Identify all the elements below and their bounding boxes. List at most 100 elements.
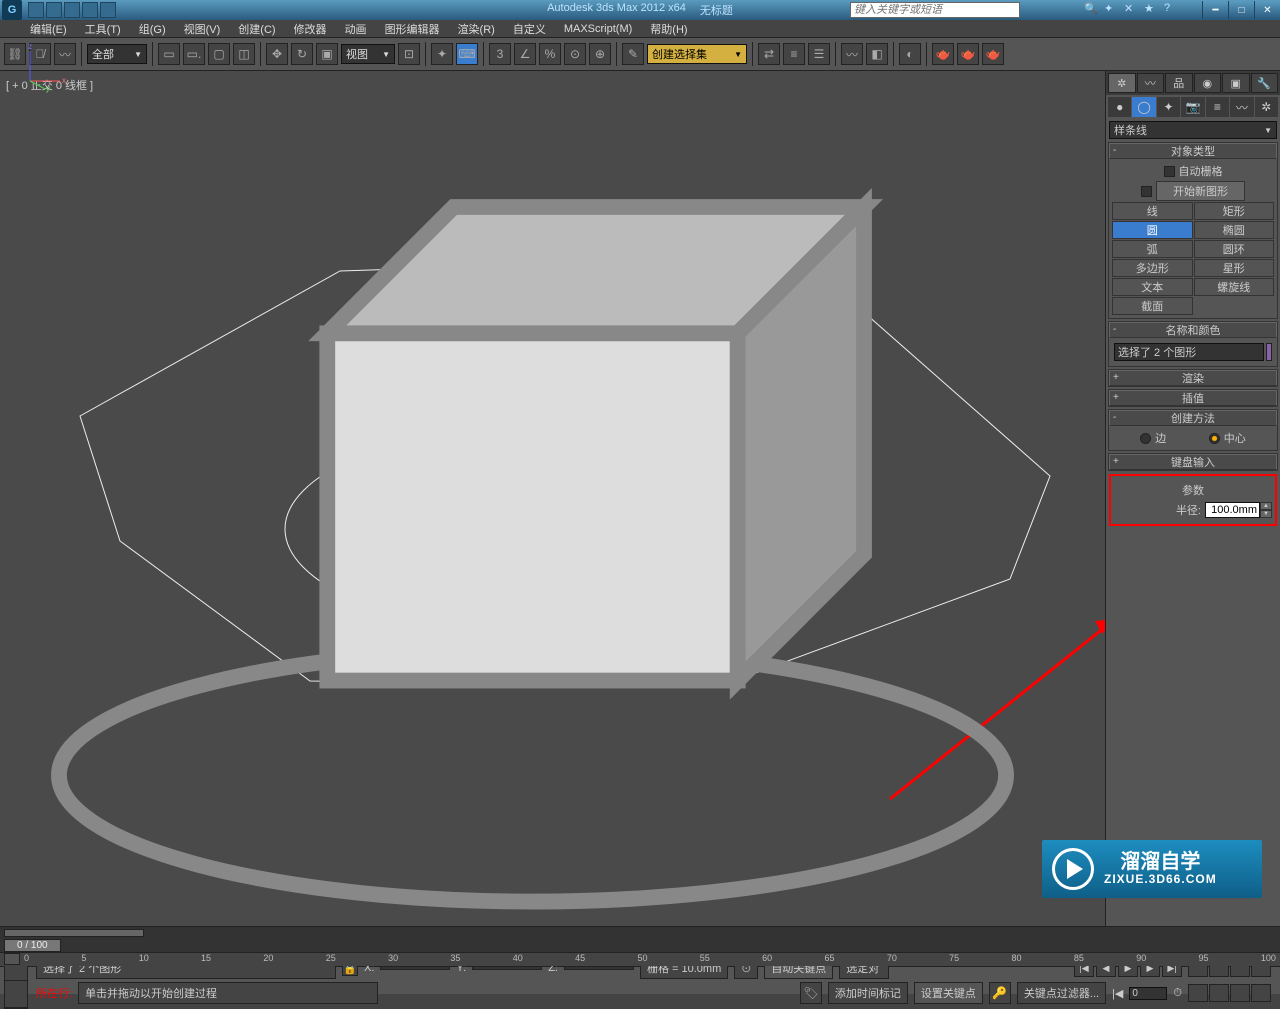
app-logo: G <box>2 0 22 20</box>
subscribe-icon[interactable]: ✦ <box>1104 2 1120 18</box>
menu-bar: 编辑(E) 工具(T) 组(G) 视图(V) 创建(C) 修改器 动画 图形编辑… <box>0 20 1280 38</box>
command-panel: ✲ 〰 品 ◉ ▣ 🔧 ● ◯ ✦ 📷 ≡ 〰 ✲ 样条线▼ -对象类型 自动栅… <box>1105 71 1280 926</box>
time-config-icon[interactable]: ⏱ <box>1173 987 1182 1000</box>
btn-helix[interactable]: 螺旋线 <box>1194 278 1275 296</box>
menu-views[interactable]: 视图(V) <box>184 21 221 37</box>
btn-donut[interactable]: 圆环 <box>1194 240 1275 258</box>
menu-grapheditors[interactable]: 图形编辑器 <box>385 21 440 37</box>
current-frame-spinner[interactable] <box>1129 987 1167 1000</box>
coord-y[interactable] <box>472 966 542 970</box>
svg-text:x: x <box>62 76 66 85</box>
btn-ellipse[interactable]: 椭圆 <box>1194 221 1275 239</box>
doc-title: 无标题 <box>700 2 733 18</box>
exchange-icon[interactable]: ✕ <box>1124 2 1140 18</box>
menu-modifiers[interactable]: 修改器 <box>294 21 327 37</box>
rollout-rendering: +渲染 <box>1108 369 1278 387</box>
color-swatch[interactable] <box>1266 343 1272 361</box>
search-icon[interactable]: 🔍 <box>1084 2 1100 18</box>
cat-systems-icon[interactable]: ✲ <box>1255 97 1278 117</box>
menu-edit[interactable]: 编辑(E) <box>30 21 67 37</box>
where-label: 所在行: <box>36 985 72 1001</box>
pan-icon[interactable] <box>1209 984 1229 1002</box>
qat-redo-icon[interactable] <box>100 2 116 18</box>
watermark: 溜溜自学 ZIXUE.3D66.COM <box>1042 840 1262 898</box>
close-button[interactable]: ✕ <box>1254 1 1280 19</box>
help-search-input[interactable] <box>850 2 1020 18</box>
viewport-nav-icons-2 <box>1188 984 1276 1002</box>
rollout-creation-method: -创建方法 边 中心 <box>1108 409 1278 451</box>
radius-spin-down[interactable]: ▼ <box>1260 510 1272 518</box>
status-bar: 选择了 2 个图形 🔒 X: Y: Z: 栅格 = 10.0mm ⊙ 自动关键点… <box>0 966 1280 994</box>
qat-new-icon[interactable] <box>28 2 44 18</box>
app-title: Autodesk 3ds Max 2012 x64 <box>547 2 686 18</box>
help-search[interactable] <box>850 2 1020 18</box>
radio-edge[interactable] <box>1140 433 1151 444</box>
title-bar: G Autodesk 3ds Max 2012 x64 无标题 🔍 ✦ ✕ ★ … <box>0 0 1280 20</box>
panel-tabs: ✲ 〰 品 ◉ ▣ 🔧 <box>1106 71 1280 95</box>
start-new-shape-checkbox[interactable] <box>1141 186 1152 197</box>
watermark-play-icon <box>1052 848 1094 890</box>
maximize-button[interactable]: □ <box>1228 1 1254 19</box>
add-time-tag[interactable]: 添加时间标记 <box>828 982 908 1004</box>
maxtoggle-icon[interactable] <box>1251 984 1271 1002</box>
autogrid-checkbox[interactable] <box>1164 166 1175 177</box>
qat-icons <box>28 2 116 18</box>
menu-maxscript[interactable]: MAXScript(M) <box>564 23 632 35</box>
create-categories: ● ◯ ✦ 📷 ≡ 〰 ✲ <box>1106 95 1280 119</box>
highlighted-params: 参数 半径: ▲▼ <box>1109 474 1277 526</box>
cat-lights-icon[interactable]: ✦ <box>1157 97 1180 117</box>
radio-center[interactable] <box>1209 433 1220 444</box>
menu-tools[interactable]: 工具(T) <box>85 21 121 37</box>
shape-category-dropdown[interactable]: 样条线▼ <box>1109 121 1277 139</box>
coord-x[interactable] <box>380 966 450 970</box>
keymode-icon[interactable]: |◀ <box>1112 987 1123 1000</box>
rollout-name-color: -名称和颜色 <box>1108 321 1278 367</box>
btn-rectangle[interactable]: 矩形 <box>1194 202 1275 220</box>
tab-utilities-icon[interactable]: 🔧 <box>1251 73 1279 93</box>
cat-spacewarps-icon[interactable]: 〰 <box>1230 97 1253 117</box>
radius-label: 半径: <box>1176 502 1201 518</box>
timeline-ruler[interactable]: 0510152025303540455055606570758085909510… <box>0 952 1280 966</box>
favorites-icon[interactable]: ★ <box>1144 2 1160 18</box>
minimize-button[interactable]: ━ <box>1202 1 1228 19</box>
menu-rendering[interactable]: 渲染(R) <box>458 21 495 37</box>
coord-z[interactable] <box>564 966 634 970</box>
menu-animation[interactable]: 动画 <box>345 21 367 37</box>
svg-text:z: z <box>28 42 32 51</box>
fov-icon[interactable] <box>1188 984 1208 1002</box>
axis-tripod-icon: z x y <box>20 41 1125 896</box>
qat-save-icon[interactable] <box>64 2 80 18</box>
shape-buttons: 线 矩形 圆 椭圆 弧 圆环 多边形 星形 文本 螺旋线 截面 <box>1112 202 1274 315</box>
tab-motion-icon[interactable]: ◉ <box>1194 73 1222 93</box>
timetag-icon[interactable]: 🏷 <box>800 982 822 1004</box>
timeline-config-icon[interactable] <box>4 953 20 965</box>
tab-modify-icon[interactable]: 〰 <box>1137 73 1165 93</box>
key-filters-button[interactable]: 关键点过滤器... <box>1017 982 1106 1004</box>
rollout-interpolation: +插值 <box>1108 389 1278 407</box>
rollout-keyboard-entry: +键盘输入 <box>1108 453 1278 471</box>
svg-text:y: y <box>46 84 50 93</box>
key-icon[interactable]: 🔑 <box>989 982 1011 1004</box>
cat-cameras-icon[interactable]: 📷 <box>1181 97 1204 117</box>
status-prompt: 单击并拖动以开始创建过程 <box>78 982 378 1004</box>
tab-display-icon[interactable]: ▣ <box>1222 73 1250 93</box>
cat-shapes-icon[interactable]: ◯ <box>1132 97 1155 117</box>
radius-spin-up[interactable]: ▲ <box>1260 502 1272 510</box>
qat-undo-icon[interactable] <box>82 2 98 18</box>
infocenter-icons: 🔍 ✦ ✕ ★ ? <box>1084 2 1180 18</box>
menu-create[interactable]: 创建(C) <box>238 21 275 37</box>
help-icon[interactable]: ? <box>1164 2 1180 18</box>
orbit-icon[interactable] <box>1230 984 1250 1002</box>
rollout-object-type: -对象类型 自动栅格 开始新图形 线 矩形 圆 椭圆 弧 圆环 多边形 星形 文… <box>1108 142 1278 319</box>
object-name-input[interactable] <box>1114 343 1264 361</box>
radius-input[interactable] <box>1205 502 1260 518</box>
qat-open-icon[interactable] <box>46 2 62 18</box>
menu-group[interactable]: 组(G) <box>139 21 166 37</box>
setkey-button[interactable]: 设置关键点 <box>914 982 983 1004</box>
viewport[interactable]: [ + 0 正交 0 线框 ] z x y z x y <box>0 71 1105 926</box>
tab-hierarchy-icon[interactable]: 品 <box>1165 73 1193 93</box>
btn-star[interactable]: 星形 <box>1194 259 1275 277</box>
menu-help[interactable]: 帮助(H) <box>650 21 687 37</box>
cat-helpers-icon[interactable]: ≡ <box>1206 97 1229 117</box>
menu-customize[interactable]: 自定义 <box>513 21 546 37</box>
